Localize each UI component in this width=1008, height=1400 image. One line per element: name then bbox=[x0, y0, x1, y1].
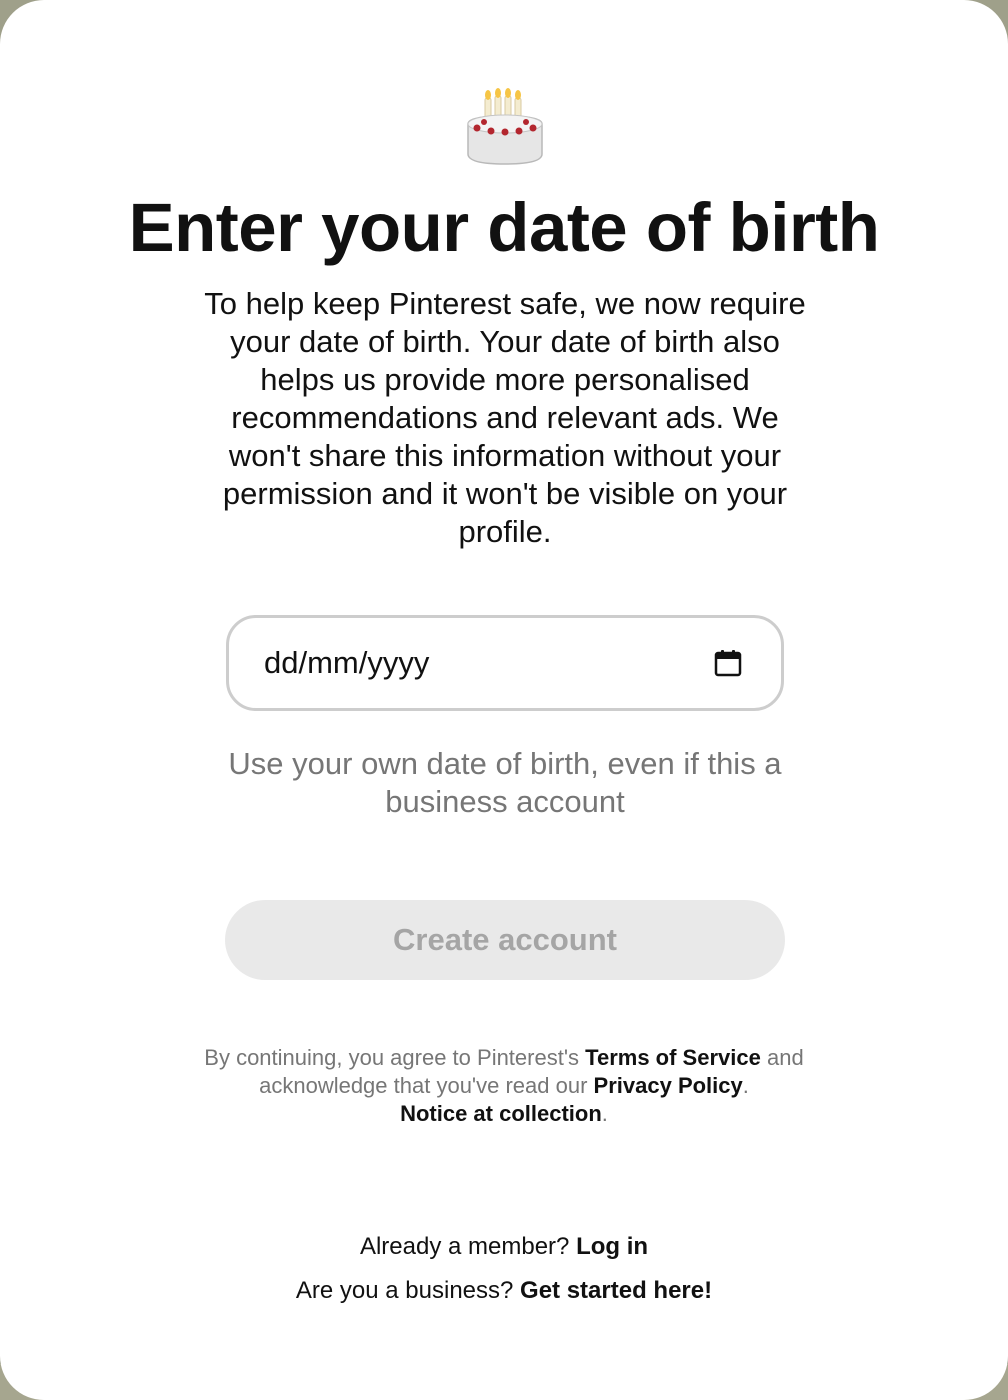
business-line: Are you a business? Get started here! bbox=[0, 1277, 1008, 1305]
business-text: Are you a business? bbox=[295, 1277, 514, 1304]
legal-text: By continuing, you agree to Pinterest's … bbox=[150, 1044, 858, 1128]
calendar-icon[interactable] bbox=[713, 648, 743, 678]
legal-middle: acknowledge that you've read our bbox=[259, 1073, 588, 1098]
log-in-link[interactable]: Log in bbox=[576, 1233, 648, 1260]
legal-period-2: . bbox=[601, 1101, 608, 1126]
date-placeholder: dd/mm/yyyy bbox=[264, 645, 430, 680]
legal-period: . bbox=[742, 1073, 749, 1098]
legal-and: and bbox=[766, 1045, 804, 1070]
privacy-policy-link[interactable]: Privacy Policy bbox=[594, 1073, 743, 1098]
date-of-birth-modal: Enter your date of birth To help keep Pi… bbox=[0, 0, 1008, 1400]
get-started-link[interactable]: Get started here! bbox=[520, 1277, 712, 1304]
terms-of-service-link[interactable]: Terms of Service bbox=[585, 1045, 761, 1070]
create-account-button[interactable]: Create account bbox=[225, 900, 785, 980]
notice-at-collection-link[interactable]: Notice at collection bbox=[400, 1101, 602, 1126]
date-of-birth-input[interactable]: dd/mm/yyyy bbox=[226, 615, 784, 711]
member-text: Already a member? bbox=[359, 1233, 570, 1260]
birthday-cake-icon bbox=[467, 88, 543, 165]
hint-text: Use your own date of birth, even if this… bbox=[228, 746, 782, 819]
legal-prefix: By continuing, you agree to Pinterest's bbox=[204, 1045, 580, 1070]
description-text: To help keep Pinterest safe, we now requ… bbox=[204, 286, 806, 549]
page-title: Enter your date of birth bbox=[128, 189, 880, 266]
member-line: Already a member? Log in bbox=[0, 1233, 1008, 1261]
